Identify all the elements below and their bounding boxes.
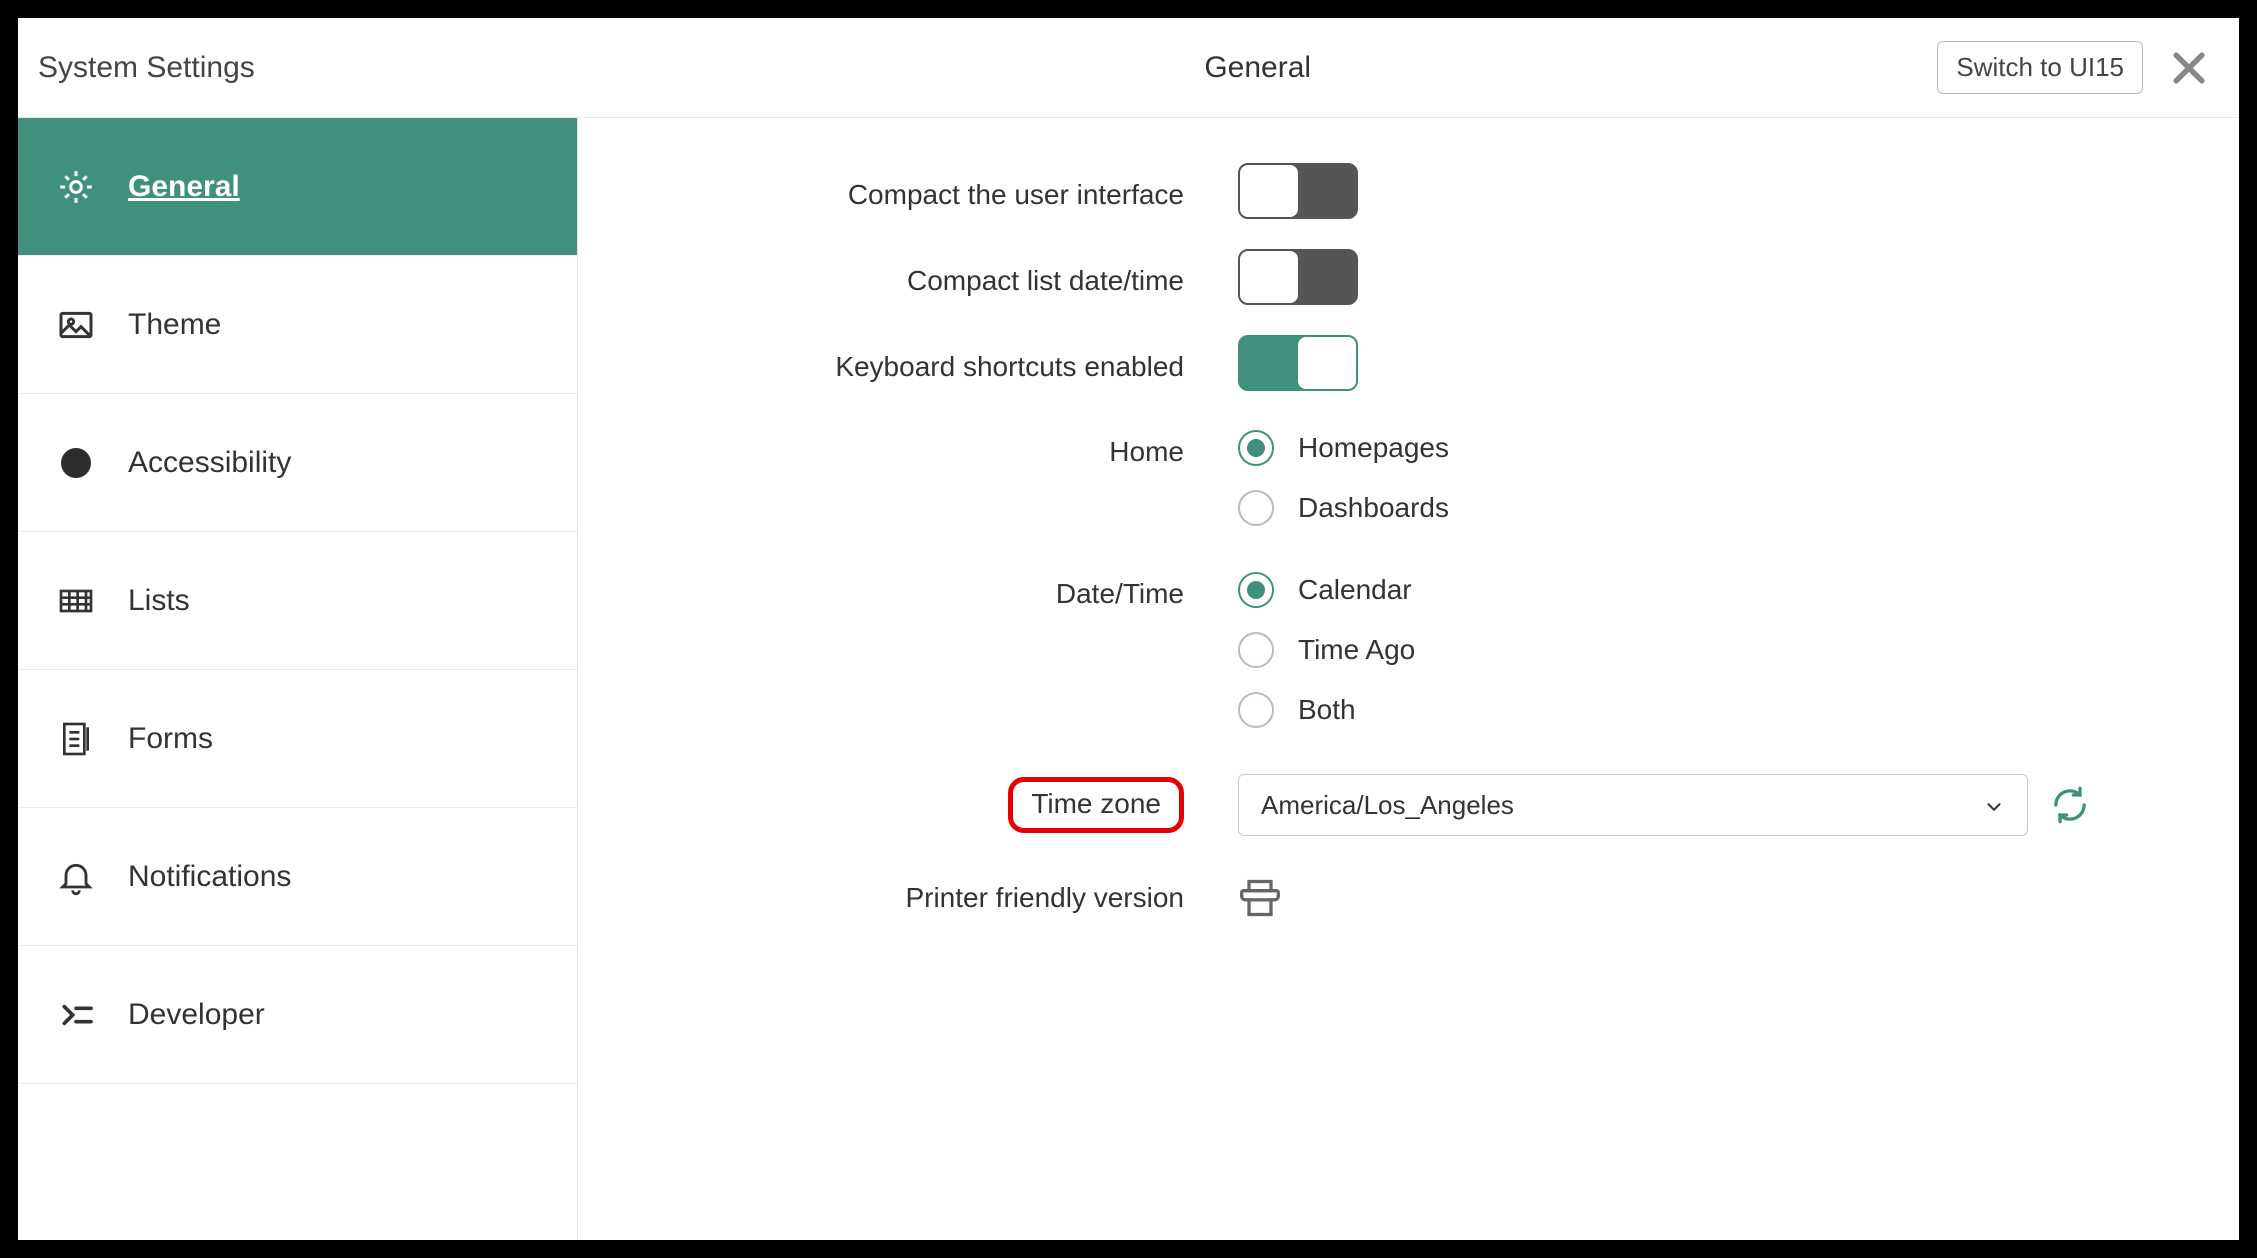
sidebar-item-developer[interactable]: Developer (18, 946, 577, 1084)
radio-label: Calendar (1298, 574, 1412, 606)
sidebar-item-forms[interactable]: Forms (18, 670, 577, 808)
settings-panel: Compact the user interface Compact list … (578, 118, 2239, 1240)
sidebar-item-label: Accessibility (128, 446, 291, 480)
setting-label-timezone: Time zone (1008, 777, 1184, 833)
radio-label: Dashboards (1298, 492, 1449, 524)
sidebar-item-theme[interactable]: Theme (18, 256, 577, 394)
radio-icon (1238, 692, 1274, 728)
printer-icon[interactable] (1238, 876, 1282, 920)
toggle-compact-date[interactable] (1238, 249, 1358, 305)
radio-dt-both[interactable]: Both (1238, 692, 1415, 728)
gear-icon (56, 167, 96, 207)
header-bar: System Settings General Switch to UI15 (18, 18, 2239, 118)
radio-icon (1238, 632, 1274, 668)
sidebar-item-label: General (128, 170, 240, 204)
radio-dt-calendar[interactable]: Calendar (1238, 572, 1415, 608)
close-icon[interactable] (2167, 46, 2211, 90)
sidebar-item-label: Notifications (128, 860, 291, 894)
chevron-down-icon (1983, 794, 2005, 816)
picture-icon (56, 305, 96, 345)
sidebar-item-accessibility[interactable]: Accessibility (18, 394, 577, 532)
setting-label-datetime: Date/Time (638, 572, 1238, 610)
radio-dt-timeago[interactable]: Time Ago (1238, 632, 1415, 668)
radio-icon (1238, 430, 1274, 466)
radio-icon (1238, 572, 1274, 608)
sidebar-item-notifications[interactable]: Notifications (18, 808, 577, 946)
sidebar-item-label: Theme (128, 308, 221, 342)
document-icon (56, 719, 96, 759)
circle-filled-icon (56, 443, 96, 483)
setting-label-printer: Printer friendly version (638, 882, 1238, 914)
radio-label: Both (1298, 694, 1356, 726)
setting-label-compact-ui: Compact the user interface (638, 171, 1238, 211)
radio-label: Homepages (1298, 432, 1449, 464)
window-title: System Settings (38, 51, 578, 85)
refresh-icon[interactable] (2050, 785, 2090, 825)
sidebar-item-lists[interactable]: Lists (18, 532, 577, 670)
timezone-value: America/Los_Angeles (1261, 790, 1514, 821)
toggle-kbd-shortcuts[interactable] (1238, 335, 1358, 391)
switch-ui-button[interactable]: Switch to UI15 (1937, 41, 2143, 94)
setting-label-home: Home (638, 430, 1238, 468)
section-title: General (578, 51, 1937, 85)
radio-group-datetime: Calendar Time Ago Both (1238, 572, 1415, 728)
bell-icon (56, 857, 96, 897)
sidebar-item-label: Developer (128, 998, 265, 1032)
setting-label-kbd-shortcuts: Keyboard shortcuts enabled (638, 343, 1238, 383)
sidebar-item-label: Forms (128, 722, 213, 756)
setting-label-compact-date: Compact list date/time (638, 257, 1238, 297)
toggle-compact-ui[interactable] (1238, 163, 1358, 219)
sidebar-item-label: Lists (128, 584, 190, 618)
radio-home-homepages[interactable]: Homepages (1238, 430, 1449, 466)
sidebar-item-general[interactable]: General (18, 118, 577, 256)
radio-icon (1238, 490, 1274, 526)
radio-group-home: Homepages Dashboards (1238, 430, 1449, 526)
code-icon (56, 995, 96, 1035)
radio-label: Time Ago (1298, 634, 1415, 666)
timezone-select[interactable]: America/Los_Angeles (1238, 774, 2028, 836)
grid-icon (56, 581, 96, 621)
radio-home-dashboards[interactable]: Dashboards (1238, 490, 1449, 526)
sidebar: General Theme (18, 118, 578, 1240)
